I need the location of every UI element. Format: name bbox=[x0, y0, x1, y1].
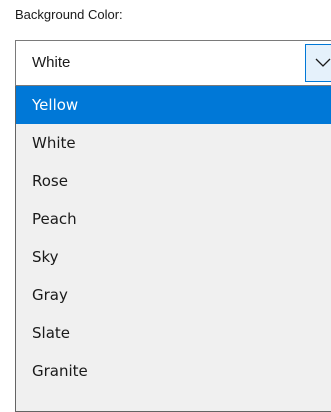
selected-value: White bbox=[32, 54, 71, 71]
option-granite[interactable]: Granite bbox=[16, 352, 331, 390]
option-sky[interactable]: Sky bbox=[16, 238, 331, 276]
chevron-down-icon bbox=[315, 58, 331, 67]
option-peach[interactable]: Peach bbox=[16, 200, 331, 238]
option-yellow[interactable]: Yellow bbox=[16, 86, 331, 124]
background-color-label: Background Color: bbox=[15, 7, 123, 22]
background-color-select[interactable]: White bbox=[15, 40, 331, 86]
dropdown-list: Yellow White Rose Peach Sky Gray Slate G… bbox=[15, 86, 331, 412]
option-slate[interactable]: Slate bbox=[16, 314, 331, 352]
dropdown-toggle-button[interactable] bbox=[305, 44, 331, 82]
option-rose[interactable]: Rose bbox=[16, 162, 331, 200]
background-color-picker: Background Color: White Yellow White Ros… bbox=[0, 0, 331, 412]
option-white[interactable]: White bbox=[16, 124, 331, 162]
option-gray[interactable]: Gray bbox=[16, 276, 331, 314]
